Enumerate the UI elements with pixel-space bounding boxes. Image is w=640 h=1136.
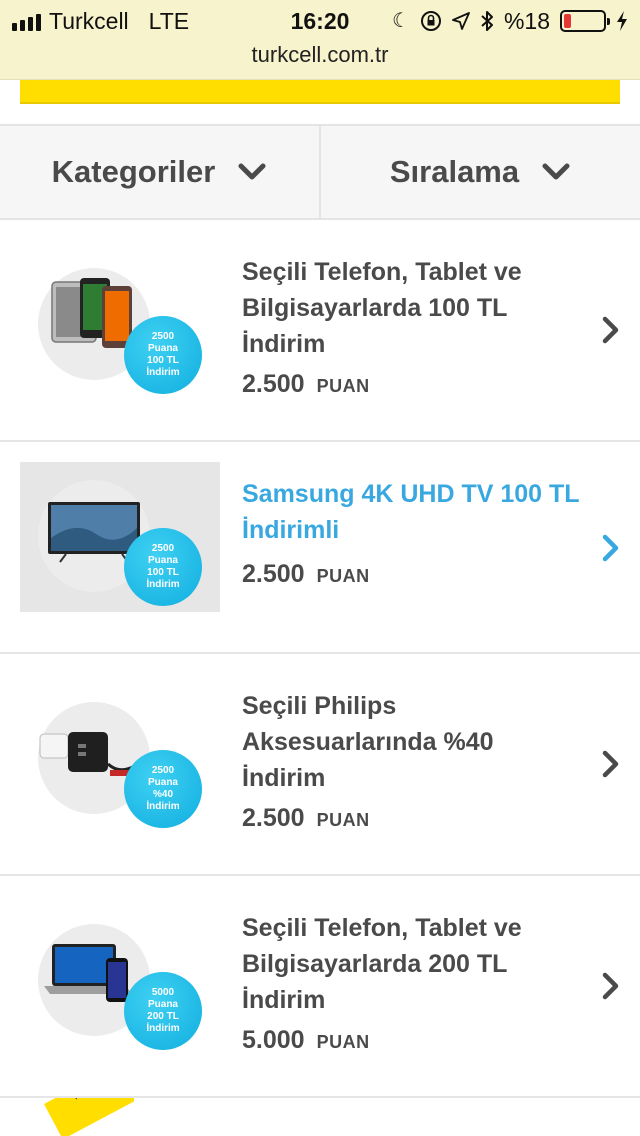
chevron-right-icon	[602, 750, 619, 778]
offer-list: 2500 Puana 100 TL İndirim Seçili Telefon, T…	[0, 220, 640, 1098]
offer-item[interactable]: 2500 Puana 100 TL İndirim Samsung 4K UHD TV…	[0, 442, 640, 654]
offer-price: 2.500 PUAN	[242, 804, 370, 833]
offer-price: 2.500 PUAN	[242, 560, 370, 589]
sort-dropdown[interactable]: Sıralama	[319, 126, 640, 218]
categories-label: Kategoriler	[51, 154, 216, 189]
offer-image: 2500 Puana 100 TL İndirim	[20, 250, 220, 400]
offer-title: Samsung 4K UHD TV 100 TL İndirimli	[242, 480, 580, 544]
battery-icon	[560, 10, 610, 32]
offer-image: 5000 Puana 200 TL İndirim	[20, 906, 220, 1056]
moon-icon: ☾	[392, 10, 410, 32]
chevron-right-icon	[602, 972, 619, 1000]
charging-bolt-icon	[617, 11, 627, 31]
price-value: 5.000	[242, 1026, 305, 1054]
categories-dropdown[interactable]: Kategoriler	[0, 126, 319, 218]
battery-percent: %18	[503, 7, 550, 34]
points-badge: 2500 Puana %40 İndirim	[124, 750, 202, 828]
points-badge: 5000 Puana 200 TL İndirim	[124, 972, 202, 1050]
rotation-lock-icon	[420, 11, 441, 31]
offer-price: 2.500 PUAN	[242, 370, 370, 399]
price-unit: PUAN	[316, 1032, 370, 1052]
price-unit: PUAN	[316, 376, 370, 396]
offer-image: 2500 Puana 100 TL İndirim	[20, 462, 220, 612]
offer-title: Seçili Telefon, Tablet ve Bilgisayarlard…	[242, 258, 522, 358]
chevron-down-icon	[238, 163, 266, 180]
chevron-right-icon	[602, 534, 619, 562]
offer-title: Seçili Philips Aksesuarlarında %40 İndir…	[242, 692, 494, 792]
status-bar: Turkcell LTE 16:20 ☾ %18 turkcell.com.tr	[0, 0, 640, 80]
points-badge: 2500 Puana 100 TL İndirim	[124, 316, 202, 394]
next-offer-ribbon: İTİBAREN	[44, 1098, 134, 1136]
bluetooth-icon	[481, 11, 493, 31]
offer-price: 5.000 PUAN	[242, 1026, 370, 1055]
brand-header-bar	[20, 80, 620, 104]
offer-title: Seçili Telefon, Tablet ve Bilgisayarlard…	[242, 914, 522, 1014]
offer-item[interactable]: 2500 Puana 100 TL İndirim Seçili Telefon, T…	[0, 220, 640, 442]
offer-image: 2500 Puana %40 İndirim	[20, 684, 220, 834]
filter-bar: Kategoriler Sıralama	[0, 124, 640, 220]
ribbon-text: İTİBAREN	[44, 1098, 134, 1136]
points-badge: 2500 Puana 100 TL İndirim	[124, 528, 202, 606]
location-arrow-icon	[452, 12, 470, 30]
price-unit: PUAN	[316, 566, 370, 586]
price-unit: PUAN	[316, 810, 370, 830]
price-value: 2.500	[242, 804, 305, 832]
price-value: 2.500	[242, 560, 305, 588]
offer-item[interactable]: 5000 Puana 200 TL İndirim Seçili Telefon, T…	[0, 876, 640, 1098]
chevron-down-icon	[542, 163, 570, 180]
price-value: 2.500	[242, 370, 305, 398]
url-bar[interactable]: turkcell.com.tr	[0, 42, 640, 68]
offer-item[interactable]: 2500 Puana %40 İndirim Seçili Philips Akses…	[0, 654, 640, 876]
sort-label: Sıralama	[389, 154, 520, 189]
chevron-right-icon	[602, 316, 619, 344]
